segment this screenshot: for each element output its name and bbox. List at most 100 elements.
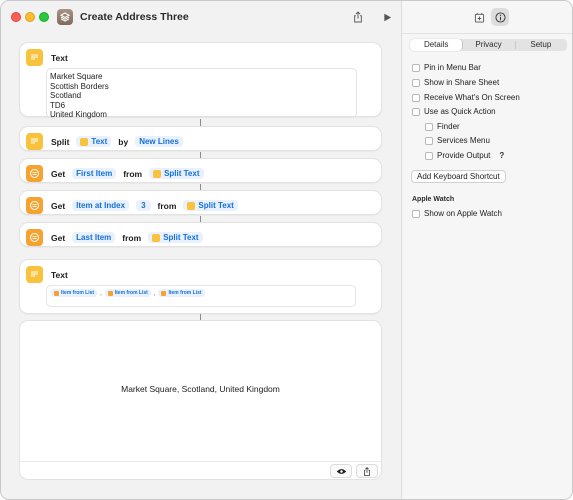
tab-setup[interactable]: Setup xyxy=(514,39,567,51)
action-header: Split Text by New Lines xyxy=(26,133,186,150)
from-label: from xyxy=(123,168,143,179)
text-action-card[interactable]: Text Market Square Scottish Borders Scot… xyxy=(19,42,382,119)
item-from-list-token[interactable]: Item from List xyxy=(104,289,151,297)
separator-text: , xyxy=(153,291,156,297)
result-share-button[interactable] xyxy=(356,464,378,478)
provide-output-checkbox[interactable] xyxy=(425,151,433,160)
item-specifier-token[interactable]: Item at Index xyxy=(72,200,130,211)
layers-icon[interactable] xyxy=(57,9,73,25)
provide-output-option[interactable]: Provide Output ? xyxy=(425,151,506,160)
minimize-window-button[interactable] xyxy=(25,12,35,22)
get-item-action-card[interactable]: Get Item at Index 3 from Split Text xyxy=(19,190,382,215)
split-text-variable-token[interactable]: Split Text xyxy=(183,200,238,211)
share-icon xyxy=(354,11,362,23)
get-item-action-card[interactable]: Get First Item from Split Text xyxy=(19,158,382,183)
action-header: Get Last Item from Split Text xyxy=(26,229,206,246)
token-label: Item at Index xyxy=(76,201,126,210)
details-sidebar: Details Privacy Setup Pin in Menu Bar Sh… xyxy=(401,1,572,499)
option-label: Provide Output xyxy=(437,151,491,160)
action-header: Text xyxy=(26,49,71,66)
action-library-button[interactable] xyxy=(470,8,488,26)
services-menu-checkbox[interactable] xyxy=(425,136,433,145)
option-label: Pin in Menu Bar xyxy=(424,63,481,72)
by-label: by xyxy=(118,136,129,147)
item-specifier-token[interactable]: First Item xyxy=(72,168,117,179)
finder-checkbox[interactable] xyxy=(425,122,433,131)
from-label: from xyxy=(157,200,177,211)
receive-whats-on-screen-option[interactable]: Receive What's On Screen xyxy=(412,93,520,102)
details-segmented-control: Details Privacy Setup xyxy=(410,39,567,51)
option-label: Show on Apple Watch xyxy=(424,209,502,218)
index-field[interactable]: 3 xyxy=(136,200,151,211)
share-icon xyxy=(364,466,370,476)
option-label: Receive What's On Screen xyxy=(424,93,520,102)
list-variable-icon xyxy=(161,290,167,296)
split-action-card[interactable]: Split Text by New Lines xyxy=(19,126,382,151)
run-button[interactable] xyxy=(379,9,395,25)
option-label: Finder xyxy=(437,122,460,131)
separator-token[interactable]: New Lines xyxy=(135,136,183,147)
action-label: Get xyxy=(51,200,66,211)
eye-icon xyxy=(336,468,346,474)
tab-details[interactable]: Details xyxy=(410,39,463,51)
token-label: New Lines xyxy=(139,137,179,146)
show-in-share-sheet-checkbox[interactable] xyxy=(412,78,420,87)
use-as-quick-action-option[interactable]: Use as Quick Action xyxy=(412,107,496,116)
option-label: Use as Quick Action xyxy=(424,107,496,116)
action-label: Text xyxy=(51,269,68,280)
text-field[interactable]: Market Square Scottish Borders Scotland … xyxy=(46,68,357,119)
text-line: Market Square xyxy=(50,72,103,81)
show-on-apple-watch-option[interactable]: Show on Apple Watch xyxy=(412,209,502,218)
token-label: Split Text xyxy=(198,201,234,210)
pin-in-menu-bar-checkbox[interactable] xyxy=(412,63,420,72)
action-label: Text xyxy=(51,52,68,63)
get-item-action-card[interactable]: Get Last Item from Split Text xyxy=(19,222,382,247)
text-action-card[interactable]: Text Item from List , Item from List , I… xyxy=(19,259,382,314)
finder-option[interactable]: Finder xyxy=(425,122,460,131)
zoom-window-button[interactable] xyxy=(39,12,49,22)
token-label: Last Item xyxy=(76,233,112,242)
receive-whats-on-screen-checkbox[interactable] xyxy=(412,93,420,102)
token-label: Split Text xyxy=(163,233,199,242)
text-field[interactable]: Item from List , Item from List , Item f… xyxy=(46,285,356,307)
close-window-button[interactable] xyxy=(11,12,21,22)
text-lines-icon xyxy=(26,133,43,150)
sidebar-toolbar xyxy=(402,1,572,34)
list-icon xyxy=(26,229,43,246)
option-label: Services Menu xyxy=(437,136,490,145)
apple-watch-heading: Apple Watch xyxy=(412,196,455,203)
title-bar: Create Address Three xyxy=(1,1,401,34)
token-label: Item from List xyxy=(114,290,148,296)
quick-look-button[interactable] xyxy=(330,464,352,478)
action-connector xyxy=(200,119,201,126)
share-button[interactable] xyxy=(350,9,366,25)
shortcut-details-button[interactable] xyxy=(491,8,509,26)
services-menu-option[interactable]: Services Menu xyxy=(425,136,490,145)
item-from-list-token[interactable]: Item from List xyxy=(51,289,98,297)
item-specifier-token[interactable]: Last Item xyxy=(72,232,116,243)
list-icon xyxy=(26,197,43,214)
text-variable-icon xyxy=(187,201,196,210)
result-toolbar xyxy=(20,461,381,479)
text-lines-icon xyxy=(26,49,43,66)
action-header: Get Item at Index 3 from Split Text xyxy=(26,197,241,214)
shortcut-editor: Text Market Square Scottish Borders Scot… xyxy=(1,34,401,499)
text-line: TD6 xyxy=(50,100,66,110)
result-preview: Market Square, Scotland, United Kingdom xyxy=(19,320,382,480)
text-variable-token[interactable]: Text xyxy=(76,136,112,147)
pin-in-menu-bar-option[interactable]: Pin in Menu Bar xyxy=(412,63,481,72)
help-icon[interactable]: ? xyxy=(497,151,506,160)
item-from-list-token[interactable]: Item from List xyxy=(158,289,205,297)
action-header: Text xyxy=(26,266,71,283)
split-text-variable-token[interactable]: Split Text xyxy=(149,168,204,179)
option-label: Show in Share Sheet xyxy=(424,78,500,87)
add-keyboard-shortcut-button[interactable]: Add Keyboard Shortcut xyxy=(411,170,506,183)
show-in-share-sheet-option[interactable]: Show in Share Sheet xyxy=(412,78,499,87)
tab-privacy[interactable]: Privacy xyxy=(462,39,514,51)
split-text-variable-token[interactable]: Split Text xyxy=(148,232,203,243)
show-on-apple-watch-checkbox[interactable] xyxy=(412,209,420,218)
from-label: from xyxy=(122,232,142,243)
token-label: Text xyxy=(91,137,108,146)
action-label: Get xyxy=(51,168,66,179)
use-as-quick-action-checkbox[interactable] xyxy=(412,107,420,116)
